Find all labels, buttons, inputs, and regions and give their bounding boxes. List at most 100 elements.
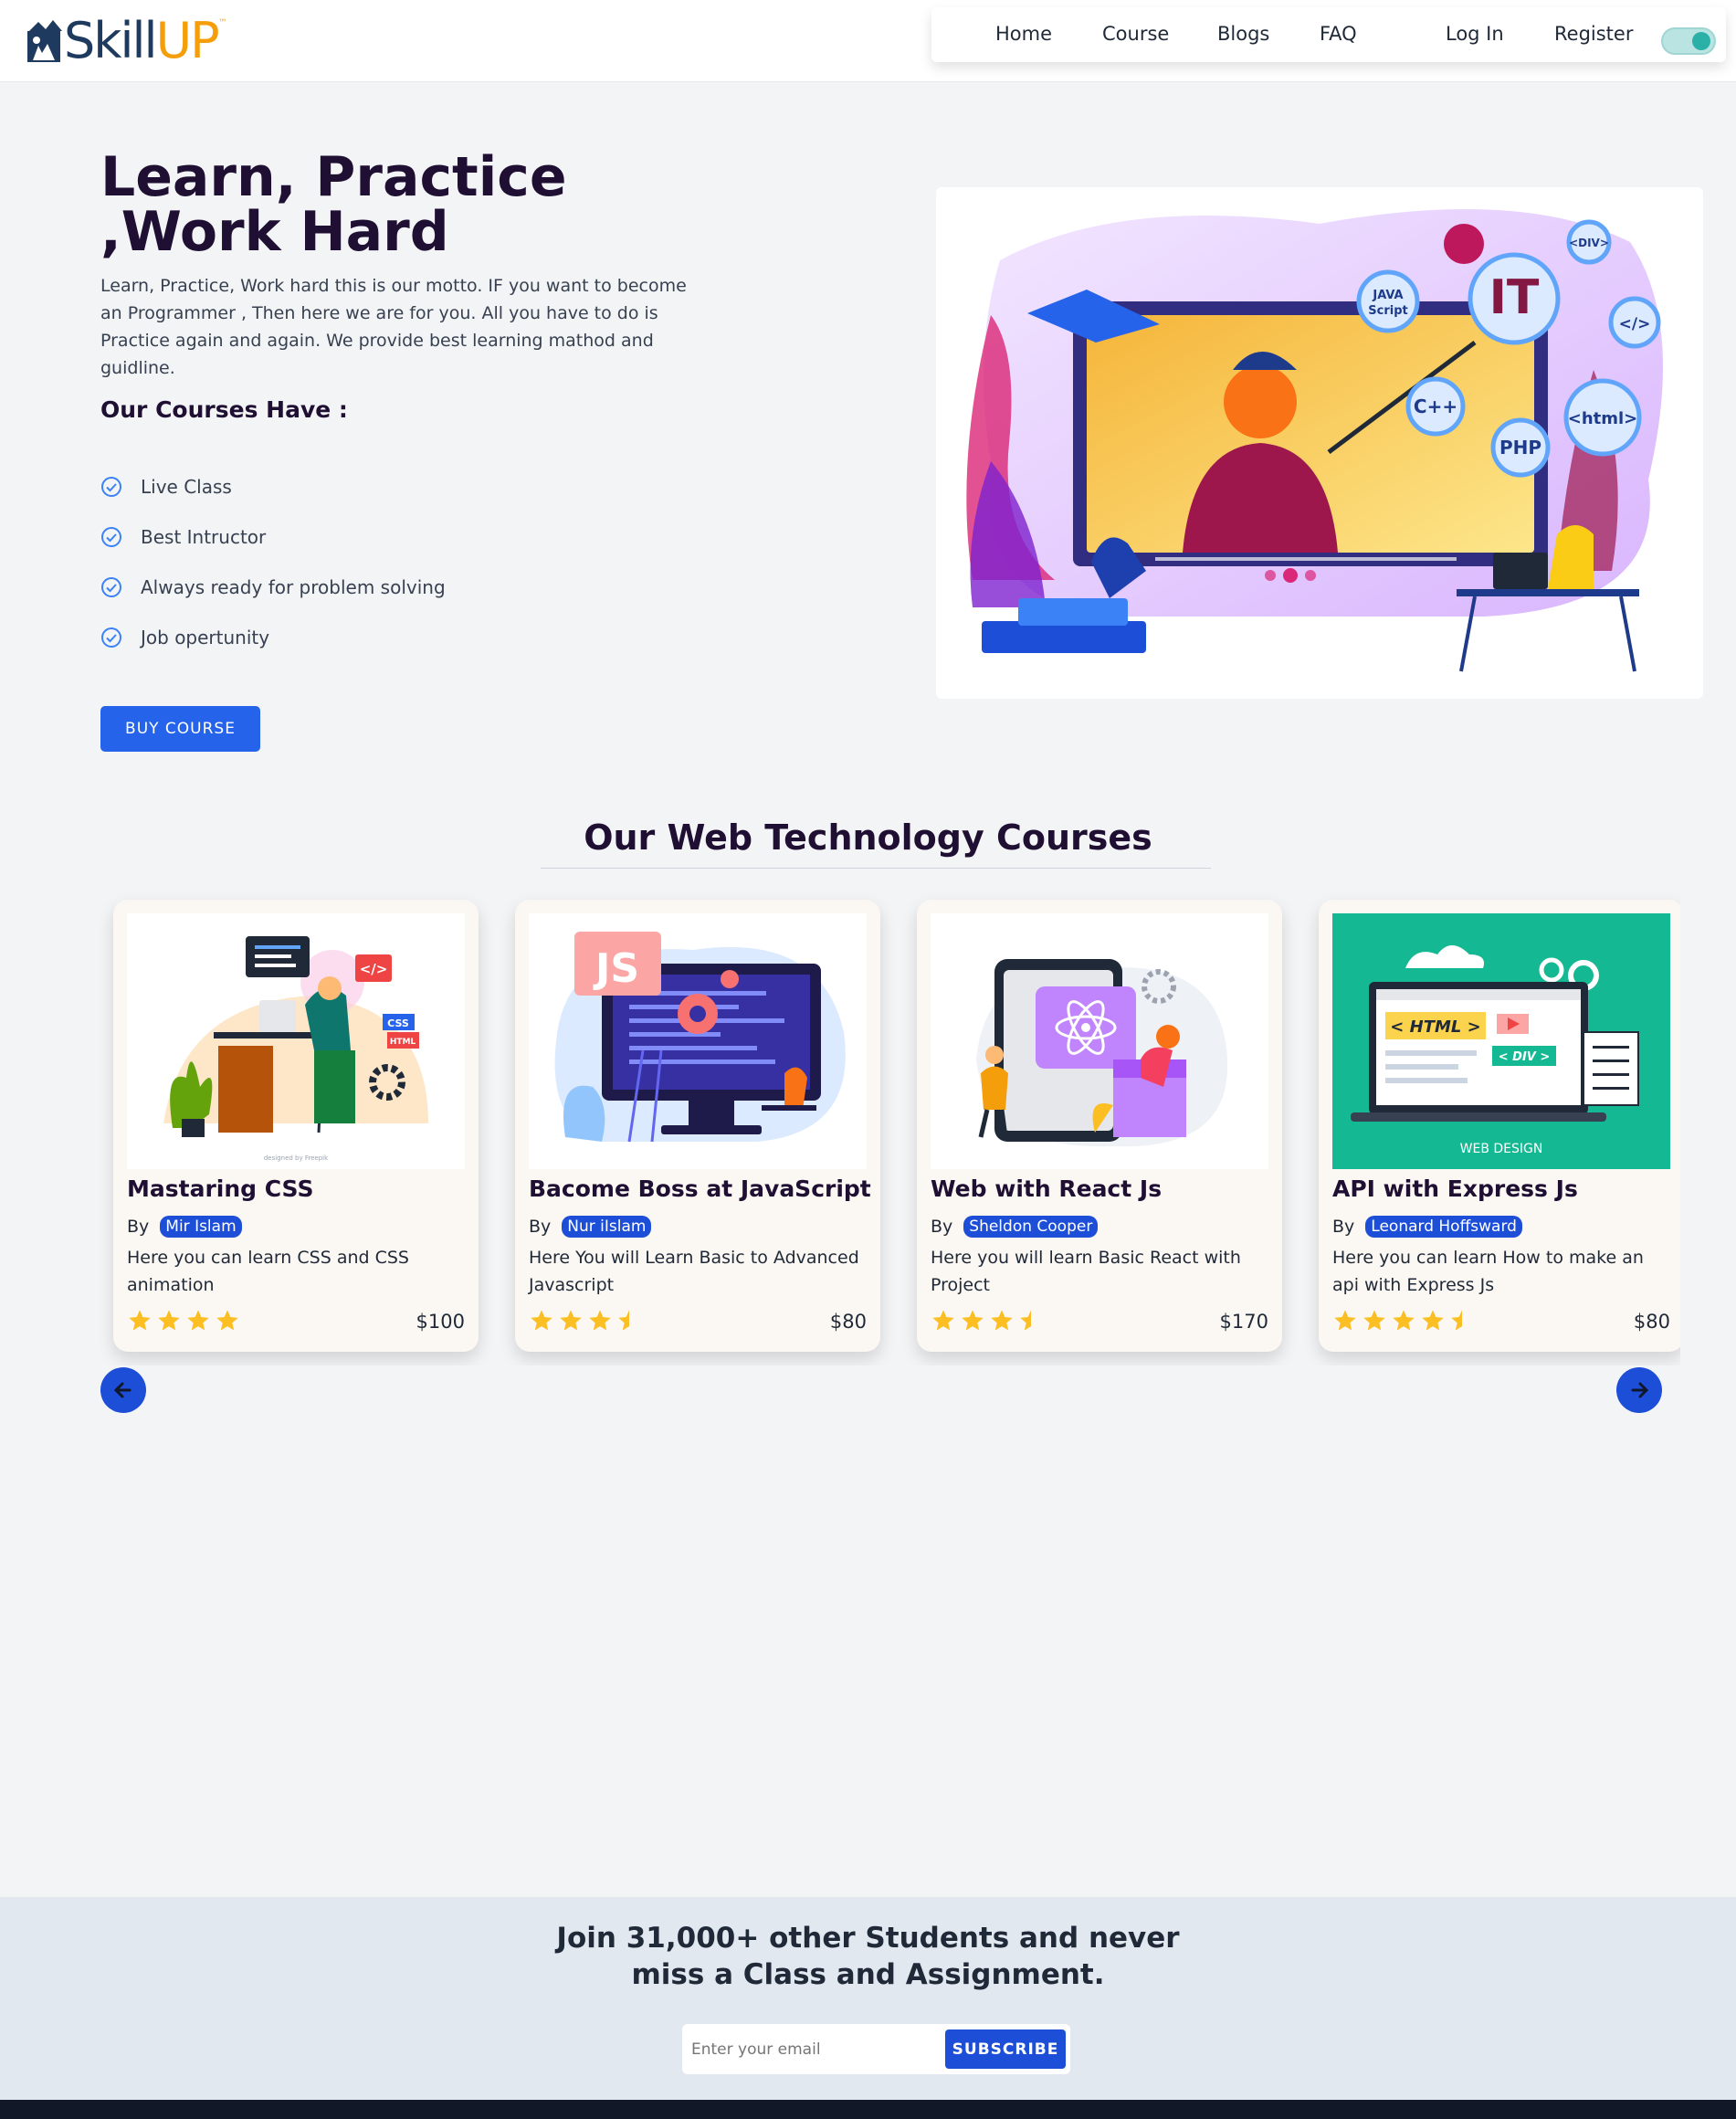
star-icon [1363, 1310, 1385, 1331]
hero-title-line2: ,Work Hard [100, 200, 449, 264]
email-input[interactable] [691, 2031, 947, 2068]
feature-item: Always ready for problem solving [100, 562, 446, 612]
course-title: Mastaring CSS [127, 1175, 314, 1202]
carousel-next-button[interactable] [1616, 1367, 1662, 1413]
nav-faq[interactable]: FAQ [1320, 0, 1357, 68]
star-rating [931, 1308, 1047, 1334]
logo-mountain-icon [27, 20, 62, 62]
check-circle-icon [101, 526, 121, 547]
star-icon [1393, 1310, 1415, 1331]
feature-label: Always ready for problem solving [141, 575, 446, 598]
course-card[interactable]: JS Bacome Boss at JavaScript By Nur iIsl… [515, 900, 880, 1352]
course-image: </> CSS HTML designed by Freepik [127, 913, 465, 1169]
feature-item: Live Class [100, 461, 446, 511]
course-description: Here you will learn Basic React with Pro… [931, 1248, 1241, 1295]
course-card[interactable]: Web with React Js By Sheldon Cooper Here… [917, 900, 1282, 1352]
course-price: $80 [829, 1311, 867, 1333]
author-badge[interactable]: Sheldon Cooper [963, 1216, 1099, 1238]
logo-trademark: ™ [217, 18, 227, 28]
img-webdesign-label: WEB DESIGN [1460, 1142, 1543, 1156]
by-label: By [127, 1217, 150, 1237]
course-title: Bacome Boss at JavaScript [529, 1175, 871, 1202]
course-description: Here you can learn How to make an api wi… [1332, 1248, 1644, 1295]
feature-item: Best Intructor [100, 511, 446, 562]
star-rating [529, 1308, 646, 1334]
star-icon [560, 1310, 582, 1331]
arrow-left-icon [113, 1382, 132, 1398]
course-image: < HTML > < DIV > WEB DESIGN [1332, 913, 1670, 1169]
subscribe-button[interactable]: SUBSCRIBE [945, 2029, 1066, 2069]
carousel-prev-button[interactable] [100, 1367, 146, 1413]
tag-label: </> [1619, 315, 1651, 333]
php-label: PHP [1499, 437, 1541, 459]
star-icon [129, 1310, 151, 1331]
newsletter-form: SUBSCRIBE [682, 2024, 1070, 2074]
course-card[interactable]: < HTML > < DIV > WEB DESIGN API with Exp… [1319, 900, 1680, 1352]
course-byline: By Sheldon Cooper [931, 1216, 1099, 1238]
site-header: Skill UP ™ Home Course Blogs FAQ Log In … [0, 0, 1736, 82]
section-divider [541, 868, 1211, 869]
star-icon [158, 1310, 180, 1331]
check-circle-icon [101, 576, 121, 597]
it-label: IT [1489, 270, 1540, 325]
img-html-label: < HTML > [1390, 1017, 1480, 1037]
toggle-knob [1692, 32, 1710, 50]
check-circle-icon [101, 627, 121, 648]
course-price: $100 [416, 1311, 465, 1333]
course-carousel: </> CSS HTML designed by Freepik Mastari… [73, 891, 1680, 1365]
author-badge[interactable]: Nur iIslam [562, 1216, 652, 1238]
js-label-1: JAVA [1372, 289, 1403, 302]
nav-home[interactable]: Home [995, 0, 1052, 68]
feature-list: Live Class Best Intructor Always ready f… [100, 461, 446, 662]
star-icon [1422, 1310, 1444, 1331]
feature-label: Job opertunity [141, 626, 270, 648]
img-tag-label: </> [360, 961, 388, 977]
course-byline: By Mir Islam [127, 1216, 242, 1238]
star-icon [531, 1310, 552, 1331]
login-link[interactable]: Log In [1446, 0, 1504, 68]
site-logo[interactable]: Skill UP ™ [26, 15, 227, 68]
by-label: By [931, 1217, 953, 1237]
star-icon [216, 1310, 238, 1331]
feature-label: Live Class [141, 475, 232, 498]
hero-description: Learn, Practice, Work hard this is our m… [100, 276, 687, 378]
course-card[interactable]: </> CSS HTML designed by Freepik Mastari… [113, 900, 479, 1352]
cpp-label: C++ [1414, 395, 1457, 417]
course-image: JS [529, 913, 867, 1169]
star-half-icon [618, 1310, 629, 1331]
feature-item: Job opertunity [100, 612, 446, 662]
nav-blogs[interactable]: Blogs [1217, 0, 1269, 68]
features-heading: Our Courses Have : [100, 396, 348, 423]
newsletter-title: Join 31,000+ other Students and never mi… [0, 1920, 1736, 1993]
img-html-label: HTML [390, 1038, 416, 1047]
by-label: By [1332, 1217, 1355, 1237]
online-class-illustration: IT JAVA Script C++ PHP <html> </> <DIV> [966, 209, 1663, 672]
star-icon [932, 1310, 954, 1331]
course-description: Here you can learn CSS and CSS animation [127, 1248, 409, 1295]
star-icon [187, 1310, 209, 1331]
star-rating [1332, 1308, 1478, 1334]
div-label: <DIV> [1569, 237, 1609, 249]
logo-text-accent: UP [155, 12, 220, 69]
newsletter-title-line1: Join 31,000+ other Students and never [556, 1922, 1180, 1955]
star-icon [962, 1310, 984, 1331]
buy-course-button[interactable]: BUY COURSE [100, 706, 260, 752]
register-link[interactable]: Register [1554, 0, 1633, 68]
theme-toggle[interactable] [1661, 27, 1716, 55]
img-div-label: < DIV > [1499, 1050, 1551, 1064]
js-label-2: Script [1368, 304, 1407, 318]
check-circle-icon [101, 476, 121, 497]
author-badge[interactable]: Mir Islam [160, 1216, 242, 1238]
nav-course[interactable]: Course [1102, 0, 1169, 68]
feature-label: Best Intructor [141, 525, 267, 548]
course-price: $170 [1219, 1311, 1268, 1333]
img-credit: designed by Freepik [264, 1154, 329, 1162]
star-icon [589, 1310, 611, 1331]
star-half-icon [1020, 1310, 1031, 1331]
star-rating [127, 1308, 244, 1334]
author-badge[interactable]: Leonard Hoffsward [1365, 1216, 1522, 1238]
html-label: <html> [1568, 409, 1638, 428]
logo-text-main: Skill [64, 12, 158, 69]
img-css-label: CSS [387, 1017, 409, 1029]
img-js-label: JS [593, 945, 639, 992]
